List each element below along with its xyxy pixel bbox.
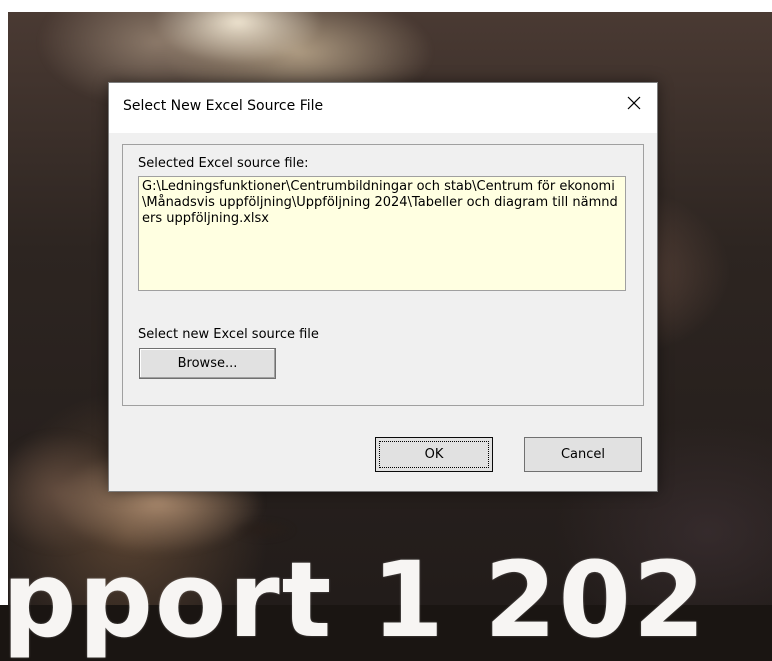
- selected-file-label: Selected Excel source file:: [138, 156, 309, 171]
- close-icon: [627, 96, 641, 110]
- background-slide-title: pport 1 202: [2, 539, 708, 661]
- source-file-groupbox: Selected Excel source file: G:\Ledningsf…: [122, 144, 644, 406]
- dialog-title: Select New Excel Source File: [123, 98, 324, 114]
- select-excel-source-dialog: Select New Excel Source File Selected Ex…: [108, 82, 658, 492]
- ok-button-label: OK: [424, 447, 444, 462]
- dialog-titlebar[interactable]: Select New Excel Source File: [109, 83, 657, 133]
- new-file-label: Select new Excel source file: [138, 327, 319, 342]
- cancel-button[interactable]: Cancel: [524, 437, 642, 472]
- close-button[interactable]: [611, 83, 657, 123]
- ok-button[interactable]: OK: [375, 437, 493, 472]
- selected-file-path: G:\Ledningsfunktioner\Centrumbildningar …: [138, 176, 626, 291]
- background-strip-left: [0, 0, 8, 605]
- browse-button[interactable]: Browse...: [139, 348, 276, 379]
- background-strip-top: [0, 0, 772, 12]
